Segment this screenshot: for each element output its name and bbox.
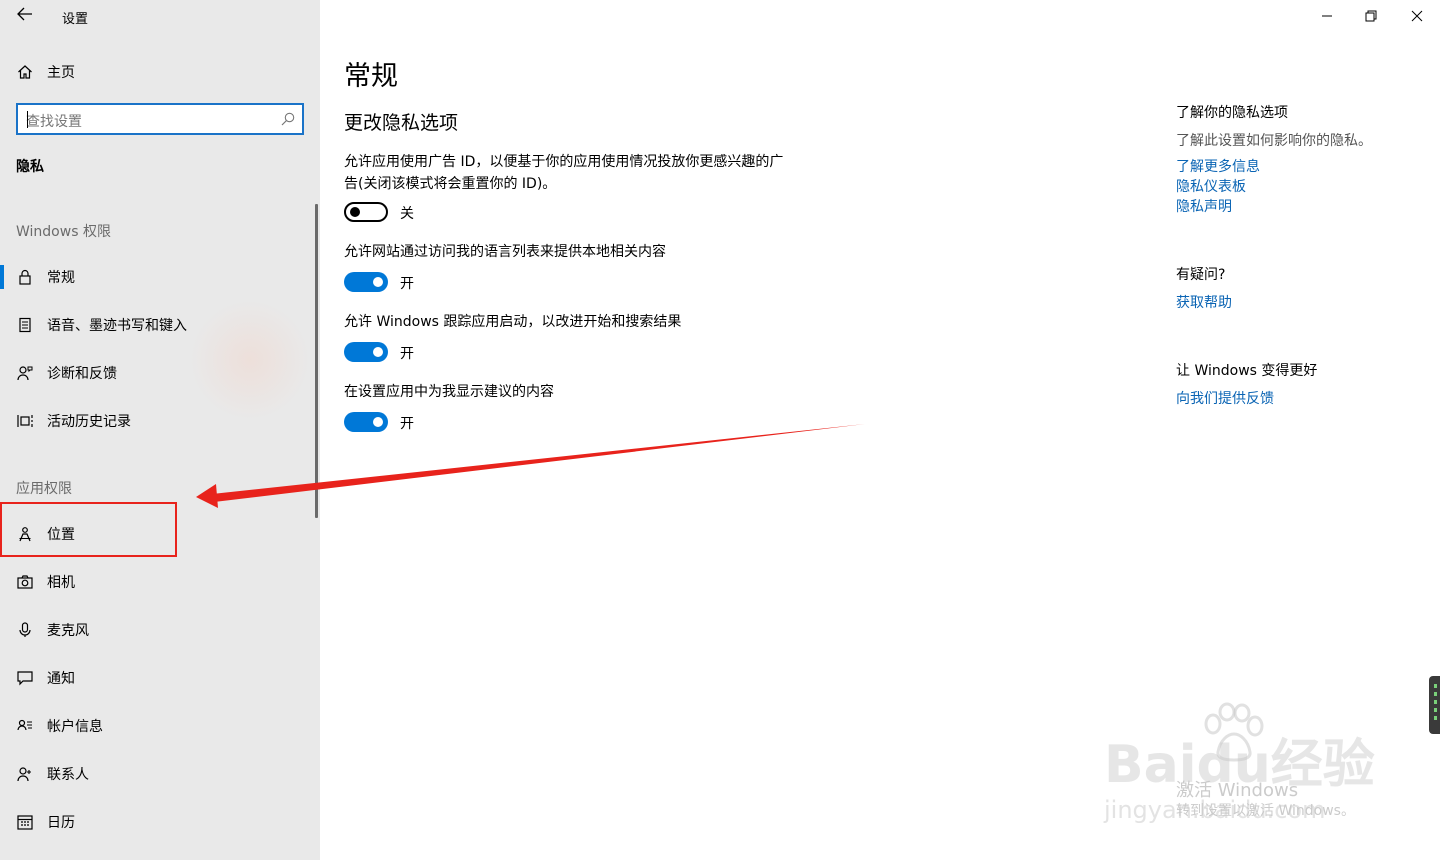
- section-title: 隐私: [16, 159, 44, 175]
- nav-contacts[interactable]: 联系人: [0, 754, 316, 794]
- toggle-knob: [373, 347, 383, 357]
- privacy-dashboard-link[interactable]: 隐私仪表板: [1176, 176, 1246, 196]
- setting-app-launch-text: 允许 Windows 跟踪应用启动，以改进开始和搜索结果: [344, 314, 682, 330]
- nav-notifications[interactable]: 通知: [0, 658, 316, 698]
- nav-account-info-label: 帐户信息: [47, 719, 103, 735]
- person-feedback-icon: [16, 364, 34, 382]
- nav-calendar[interactable]: 日历: [0, 802, 316, 842]
- notification-icon: [16, 669, 34, 687]
- widget-level: [1434, 692, 1437, 696]
- lock-icon: [16, 268, 34, 286]
- nav-calendar-label: 日历: [47, 815, 75, 831]
- text-cursor: [27, 111, 28, 128]
- back-arrow-icon[interactable]: [14, 6, 36, 26]
- minimize-icon[interactable]: [1304, 4, 1350, 28]
- side-widget[interactable]: [1429, 676, 1440, 734]
- nav-diagnostics-label: 诊断和反馈: [47, 366, 117, 382]
- search-placeholder: 查找设置: [26, 114, 82, 130]
- group-title-apps: 应用权限: [16, 481, 72, 497]
- account-info-icon: [16, 717, 34, 735]
- restore-icon[interactable]: [1348, 4, 1394, 28]
- nav-microphone[interactable]: 麦克风: [0, 610, 316, 650]
- ad-id-toggle[interactable]: [344, 202, 388, 222]
- nav-account-info[interactable]: 帐户信息: [0, 706, 316, 746]
- privacy-statement-link[interactable]: 隐私声明: [1176, 196, 1232, 216]
- toggle-knob: [373, 417, 383, 427]
- toggle-knob: [350, 207, 360, 217]
- history-icon: [16, 412, 34, 430]
- group-title-windows: Windows 权限: [16, 224, 111, 240]
- learn-more-link[interactable]: 了解更多信息: [1176, 156, 1260, 176]
- nav-speech-inking[interactable]: 语音、墨迹书写和键入: [0, 305, 316, 345]
- nav-home[interactable]: 主页: [0, 52, 316, 92]
- app-title: 设置: [62, 12, 89, 27]
- suggested-content-toggle[interactable]: [344, 412, 388, 432]
- baidu-watermark-url: jingyan.baidu.com: [1104, 796, 1326, 824]
- widget-level: [1434, 708, 1437, 712]
- app-launch-toggle[interactable]: [344, 342, 388, 362]
- widget-level: [1434, 716, 1437, 720]
- nav-camera[interactable]: 相机: [0, 562, 316, 602]
- questions-heading: 有疑问?: [1176, 267, 1226, 283]
- setting-language-list-text: 允许网站通过访问我的语言列表来提供本地相关内容: [344, 244, 666, 260]
- nav-speech-inking-label: 语音、墨迹书写和键入: [47, 318, 187, 334]
- nav-home-label: 主页: [47, 65, 75, 81]
- nav-general[interactable]: 常规: [0, 257, 316, 297]
- nav-activity-history-label: 活动历史记录: [47, 414, 131, 430]
- sidebar: 设置 主页 查找设置 隐私 Windows 权限 常规 语音、墨迹书写和键入 诊…: [0, 0, 320, 860]
- privacy-options-text: 了解此设置如何影响你的隐私。: [1176, 133, 1372, 149]
- widget-level: [1434, 700, 1437, 704]
- nav-microphone-label: 麦克风: [47, 623, 89, 639]
- sidebar-scrollbar[interactable]: [315, 204, 318, 518]
- language-list-toggle[interactable]: [344, 272, 388, 292]
- app-launch-toggle-state: 开: [400, 346, 414, 362]
- widget-level: [1434, 684, 1437, 688]
- camera-icon: [16, 573, 34, 591]
- setting-ad-id-text: 允许应用使用广告 ID，以便基于你的应用使用情况投放你更感兴趣的广告(关闭该模式…: [344, 154, 784, 192]
- privacy-options-heading: 了解你的隐私选项: [1176, 105, 1288, 121]
- search-icon[interactable]: [280, 111, 296, 127]
- contacts-icon: [16, 765, 34, 783]
- suggested-content-toggle-state: 开: [400, 416, 414, 432]
- nav-activity-history[interactable]: 活动历史记录: [0, 401, 316, 441]
- close-icon[interactable]: [1394, 4, 1440, 28]
- nav-general-label: 常规: [47, 270, 75, 286]
- home-icon: [16, 63, 34, 81]
- document-icon: [16, 316, 34, 334]
- page-title: 常规: [344, 61, 398, 92]
- get-help-link[interactable]: 获取帮助: [1176, 292, 1232, 312]
- annotation-highlight-box: [0, 502, 177, 557]
- microphone-icon: [16, 621, 34, 639]
- paw-watermark-icon: [1204, 702, 1264, 762]
- nav-camera-label: 相机: [47, 575, 75, 591]
- nav-contacts-label: 联系人: [47, 767, 89, 783]
- improve-windows-heading: 让 Windows 变得更好: [1176, 363, 1318, 379]
- language-list-toggle-state: 开: [400, 276, 414, 292]
- calendar-icon: [16, 813, 34, 831]
- search-input[interactable]: 查找设置: [16, 103, 304, 135]
- ad-id-toggle-state: 关: [400, 206, 414, 222]
- toggle-knob: [373, 277, 383, 287]
- section-subtitle: 更改隐私选项: [344, 112, 459, 134]
- give-feedback-link[interactable]: 向我们提供反馈: [1176, 388, 1274, 408]
- nav-diagnostics[interactable]: 诊断和反馈: [0, 353, 316, 393]
- nav-notifications-label: 通知: [47, 671, 75, 687]
- setting-suggested-content-text: 在设置应用中为我显示建议的内容: [344, 384, 554, 400]
